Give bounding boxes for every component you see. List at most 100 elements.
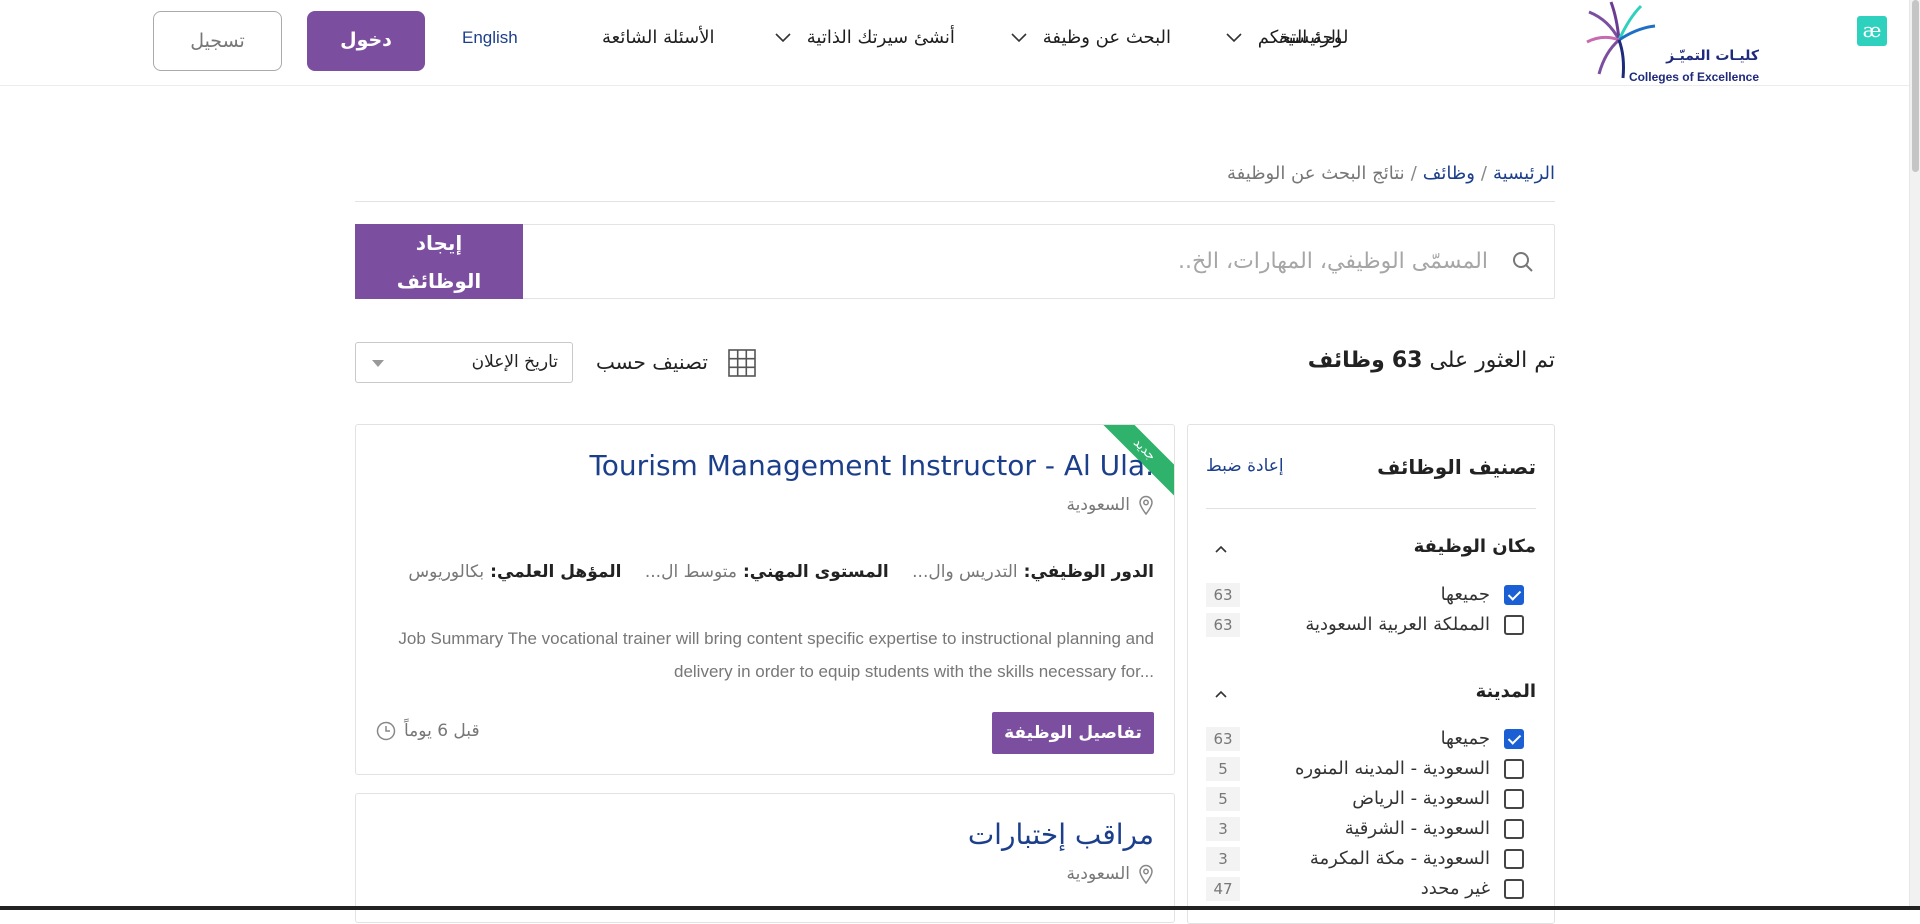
- filter-option-label: السعودية - الرياض: [1352, 788, 1490, 809]
- breadcrumb-home-link[interactable]: الرئيسية: [1493, 163, 1555, 184]
- site-header: æ كليـات التميّـز Colleges of Excellence…: [0, 0, 1909, 86]
- filter-option[interactable]: 3 السعودية - الشرقية: [1206, 817, 1536, 841]
- chevron-down-icon: [1011, 33, 1027, 43]
- nav-faq[interactable]: الأسئلة الشائعة: [602, 27, 714, 48]
- job-location: السعودية: [1066, 495, 1154, 516]
- breadcrumb-current: نتائج البحث عن الوظيفة: [1227, 163, 1405, 184]
- login-button[interactable]: دخول: [307, 11, 425, 71]
- filter-option-label: السعودية - المدينه المنوره: [1294, 758, 1490, 779]
- nav-job-search-label: البحث عن وظيفة: [1042, 27, 1172, 48]
- ae-logo-icon[interactable]: æ: [1857, 16, 1887, 46]
- scrollbar-thumb[interactable]: [1912, 0, 1919, 172]
- filter-divider: [1206, 508, 1536, 509]
- colleges-of-excellence-logo[interactable]: كليـات التميّـز Colleges of Excellence: [1569, 0, 1759, 86]
- filter-title: تصنيف الوظائف: [1377, 455, 1536, 479]
- breadcrumb-separator: /: [1410, 163, 1417, 184]
- job-degree-value: بكالوريوس: [408, 562, 485, 582]
- job-role-value: التدريس وال...: [912, 562, 1018, 582]
- filter-reset-link[interactable]: إعادة ضبط: [1206, 456, 1284, 476]
- filter-option[interactable]: 47 غير محدد: [1206, 877, 1536, 901]
- find-jobs-button-line1: إيجاد: [415, 231, 463, 255]
- job-location-text: السعودية: [1066, 864, 1130, 884]
- filter-option-count: 63: [1206, 583, 1240, 607]
- job-title-link[interactable]: مراقب إختبارات: [968, 818, 1154, 851]
- nav-job-search[interactable]: البحث عن وظيفة: [1011, 27, 1171, 48]
- breadcrumb-jobs-link[interactable]: وظائف: [1423, 163, 1475, 184]
- chevron-up-icon[interactable]: [1214, 687, 1228, 701]
- job-card: مراقب إختبارات السعودية: [355, 793, 1175, 923]
- filter-option[interactable]: 3 السعودية - مكة المكرمة: [1206, 847, 1536, 871]
- map-pin-icon: [1139, 864, 1153, 885]
- palm-logo-icon: [1586, 1, 1656, 79]
- filter-option[interactable]: 63 جميعها: [1206, 727, 1536, 751]
- page-scrollbar[interactable]: [1909, 0, 1920, 910]
- job-search-input[interactable]: [540, 238, 1490, 284]
- results-count: تم العثور على 63 وظائف: [1308, 348, 1555, 373]
- breadcrumb: الرئيسية/وظائف/نتائج البحث عن الوظيفة: [1227, 163, 1555, 184]
- filter-option-label: السعودية - مكة المكرمة: [1309, 848, 1490, 869]
- job-filter-panel: تصنيف الوظائف إعادة ضبط مكان الوظيفة 63 …: [1187, 424, 1555, 924]
- caret-down-icon: [372, 360, 384, 367]
- filter-option-count: 3: [1206, 817, 1240, 841]
- filter-option[interactable]: 5 السعودية - الرياض: [1206, 787, 1536, 811]
- job-posted-text: قبل 6 يوماً: [404, 721, 480, 741]
- checkbox[interactable]: [1504, 759, 1524, 779]
- checkbox[interactable]: [1504, 849, 1524, 869]
- checkbox-checked[interactable]: [1504, 729, 1524, 749]
- results-count-suffix: وظائف: [1307, 348, 1385, 373]
- register-button[interactable]: تسجيل: [153, 11, 282, 71]
- checkbox[interactable]: [1504, 615, 1524, 635]
- job-level-label: المستوى المهني:: [742, 562, 889, 582]
- nav-dashboard-label: لوحة التحكم: [1257, 27, 1349, 48]
- job-role-label: الدور الوظيفي:: [1023, 562, 1154, 582]
- job-level-value: متوسط ال...: [644, 562, 737, 582]
- filter-option-count: 3: [1206, 847, 1240, 871]
- checkbox-checked[interactable]: [1504, 585, 1524, 605]
- job-meta: الدور الوظيفي:التدريس وال... المستوى الم…: [390, 562, 1154, 582]
- filter-option[interactable]: 63 جميعها: [1206, 583, 1536, 607]
- checkbox[interactable]: [1504, 789, 1524, 809]
- find-jobs-button-line2: الوظائف: [396, 269, 482, 293]
- nav-create-cv[interactable]: أنشئ سيرتك الذاتية: [775, 27, 955, 48]
- sort-select-value: تاريخ الإعلان: [471, 352, 558, 372]
- job-location-text: السعودية: [1066, 495, 1130, 515]
- sort-by-label: تصنيف حسب: [596, 350, 708, 374]
- checkbox[interactable]: [1504, 879, 1524, 899]
- job-summary: Job Summary The vocational trainer will …: [398, 629, 1154, 681]
- grid-view-icon[interactable]: [728, 349, 756, 377]
- filter-option[interactable]: 63 المملكة العربية السعودية: [1206, 613, 1536, 637]
- filter-option-count: 63: [1206, 727, 1240, 751]
- results-count-number: 63: [1391, 348, 1423, 373]
- window-bottom-edge: [0, 906, 1920, 910]
- filter-option[interactable]: 5 السعودية - المدينه المنوره: [1206, 757, 1536, 781]
- filter-group-city-title[interactable]: المدينة: [1476, 681, 1536, 702]
- filter-option-count: 5: [1206, 757, 1240, 781]
- job-degree-label: المؤهل العلمي:: [490, 562, 622, 582]
- filter-option-label: غير محدد: [1420, 878, 1490, 899]
- language-toggle-link[interactable]: English: [462, 28, 518, 48]
- job-title-link[interactable]: Tourism Management Instructor - Al Ula.: [589, 449, 1154, 482]
- clock-icon: [376, 721, 396, 741]
- filter-option-label: السعودية - الشرقية: [1344, 818, 1490, 839]
- job-location: السعودية: [1066, 864, 1154, 885]
- chevron-up-icon[interactable]: [1214, 542, 1228, 556]
- nav-dashboard[interactable]: لوحة التحكم: [1226, 27, 1348, 48]
- filter-option-label: جميعها: [1440, 728, 1490, 749]
- sort-select[interactable]: تاريخ الإعلان: [355, 342, 573, 383]
- logo-english-text: Colleges of Excellence: [1628, 70, 1759, 84]
- chevron-down-icon: [775, 33, 791, 43]
- results-count-prefix: تم العثور على: [1429, 348, 1555, 373]
- filter-group-location-title[interactable]: مكان الوظيفة: [1414, 536, 1536, 557]
- job-card: جديد Tourism Management Instructor - Al …: [355, 424, 1175, 775]
- job-posted-date: قبل 6 يوماً: [376, 721, 480, 741]
- job-details-button[interactable]: تفاصيل الوظيفة: [992, 712, 1154, 754]
- filter-option-count: 63: [1206, 613, 1240, 637]
- map-pin-icon: [1139, 495, 1153, 516]
- breadcrumb-separator: /: [1480, 163, 1487, 184]
- nav-faq-label: الأسئلة الشائعة: [602, 27, 715, 48]
- logo-arabic-text: كليـات التميّـز: [1666, 48, 1759, 64]
- search-icon: [1513, 252, 1533, 272]
- find-jobs-button[interactable]: إيجاد الوظائف: [355, 224, 523, 299]
- nav-create-cv-label: أنشئ سيرتك الذاتية: [806, 27, 955, 48]
- checkbox[interactable]: [1504, 819, 1524, 839]
